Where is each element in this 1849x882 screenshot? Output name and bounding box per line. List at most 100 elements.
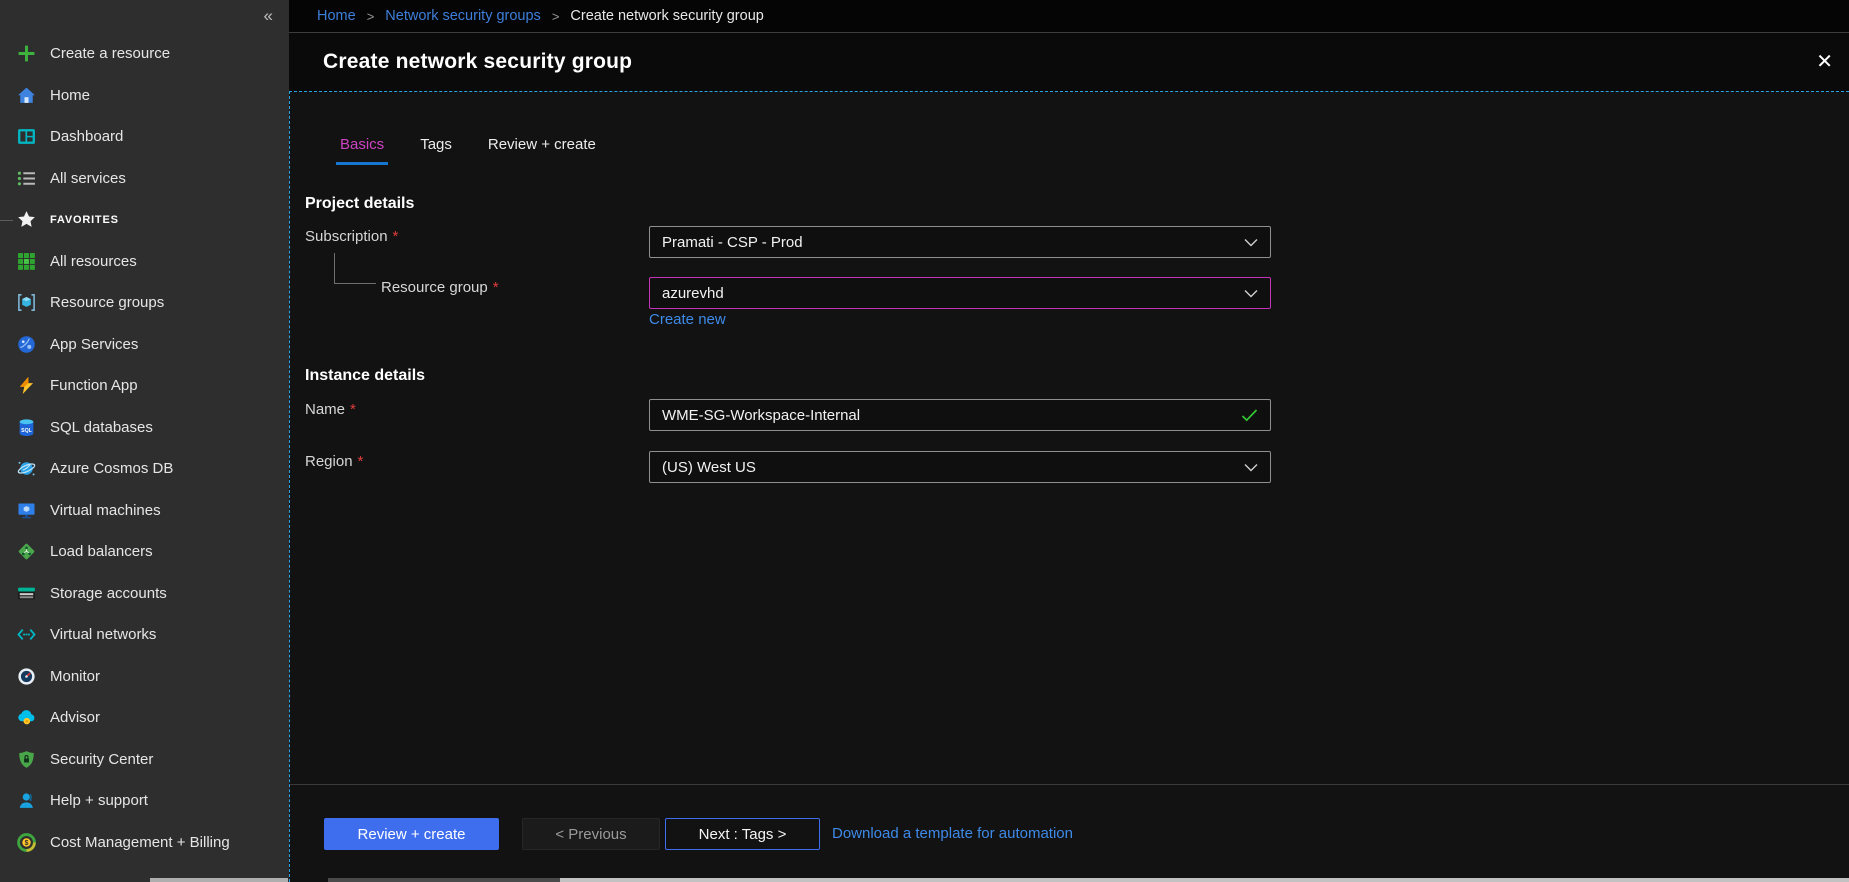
sidebar-nav: Create a resource Home DashboardAll servic… bbox=[0, 33, 289, 863]
sidebar-item-security-center[interactable]: Security Center bbox=[0, 739, 289, 781]
previous-button[interactable]: < Previous bbox=[522, 818, 660, 850]
cost-management-icon: $ bbox=[17, 833, 36, 852]
sidebar-item-app-services[interactable]: App Services bbox=[0, 324, 289, 366]
sidebar-item-label: Monitor bbox=[50, 668, 100, 685]
create-nsg-panel: BasicsTagsReview + create Project detail… bbox=[289, 91, 1849, 882]
breadcrumb: Home > Network security groups > Create … bbox=[289, 0, 1849, 33]
chevron-down-icon bbox=[1244, 289, 1258, 298]
plus-icon bbox=[17, 44, 36, 63]
help-support-icon bbox=[17, 791, 36, 810]
resource-group-dropdown[interactable]: azurevhd bbox=[649, 277, 1271, 309]
sidebar-item-virtual-networks[interactable]: Virtual networks bbox=[0, 614, 289, 656]
breadcrumb-separator-icon: > bbox=[552, 9, 560, 24]
sidebar-item-sql-databases[interactable]: SQL SQL databases bbox=[0, 407, 289, 449]
chevron-down-icon bbox=[1244, 238, 1258, 247]
sidebar-item-home[interactable]: Home bbox=[0, 75, 289, 117]
subscription-label: Subscription* bbox=[305, 228, 398, 245]
sidebar-item-label: SQL databases bbox=[50, 419, 153, 436]
resource-groups-icon bbox=[17, 293, 36, 312]
sidebar-item-resource-groups[interactable]: Resource groups bbox=[0, 282, 289, 324]
storage-accounts-icon bbox=[17, 584, 36, 603]
all-services-icon bbox=[17, 169, 36, 188]
load-balancers-icon bbox=[17, 542, 36, 561]
region-label: Region* bbox=[305, 453, 363, 470]
valid-check-icon bbox=[1241, 409, 1258, 422]
advisor-icon bbox=[17, 708, 36, 727]
sidebar-item-create-a-resource[interactable]: Create a resource bbox=[0, 33, 289, 75]
sidebar-item-storage-accounts[interactable]: Storage accounts bbox=[0, 573, 289, 615]
sidebar-item-all-resources[interactable]: All resources bbox=[0, 241, 289, 283]
download-template-link[interactable]: Download a template for automation bbox=[832, 825, 1073, 842]
main-area: Home > Network security groups > Create … bbox=[289, 0, 1849, 882]
create-new-link[interactable]: Create new bbox=[649, 311, 726, 328]
required-asterisk: * bbox=[393, 228, 399, 245]
sidebar-item-label: Create a resource bbox=[50, 45, 170, 62]
breadcrumb-nsg-link[interactable]: Network security groups bbox=[385, 8, 541, 24]
breadcrumb-current: Create network security group bbox=[570, 8, 763, 24]
sidebar: « Create a resource Home DashboardAll serv… bbox=[0, 0, 289, 882]
sidebar-item-label: FAVORITES bbox=[50, 214, 119, 226]
sidebar-item-advisor[interactable]: Advisor bbox=[0, 697, 289, 739]
instance-details-heading: Instance details bbox=[305, 367, 425, 385]
subscription-dropdown[interactable]: Pramati - CSP - Prod bbox=[649, 226, 1271, 258]
sidebar-item-monitor[interactable]: Monitor bbox=[0, 656, 289, 698]
tab-review-create[interactable]: Review + create bbox=[484, 136, 600, 165]
sidebar-item-virtual-machines[interactable]: Virtual machines bbox=[0, 490, 289, 532]
next-tags-button[interactable]: Next : Tags > bbox=[665, 818, 820, 850]
tab-tags[interactable]: Tags bbox=[416, 136, 456, 165]
sidebar-item-dashboard[interactable]: Dashboard bbox=[0, 116, 289, 158]
sidebar-item-function-app[interactable]: Function App bbox=[0, 365, 289, 407]
function-app-icon bbox=[17, 376, 36, 395]
sidebar-horizontal-scrollbar[interactable] bbox=[150, 878, 288, 882]
sidebar-collapse-chevron-icon[interactable]: « bbox=[264, 7, 273, 24]
sidebar-item-label: Virtual networks bbox=[50, 626, 156, 643]
region-value: (US) West US bbox=[662, 459, 756, 476]
blade-titlebar: Create network security group ✕ bbox=[289, 33, 1849, 90]
cosmos-db-icon bbox=[17, 459, 36, 478]
page-title: Create network security group bbox=[323, 50, 632, 74]
sidebar-item-label: Azure Cosmos DB bbox=[50, 460, 173, 477]
sidebar-item-label: All resources bbox=[50, 253, 137, 270]
sidebar-item-label: App Services bbox=[50, 336, 138, 353]
svg-text:$: $ bbox=[25, 840, 29, 847]
monitor-icon bbox=[17, 667, 36, 686]
name-label: Name* bbox=[305, 401, 356, 418]
required-asterisk: * bbox=[493, 279, 499, 296]
name-input[interactable]: WME-SG-Workspace-Internal bbox=[649, 399, 1271, 431]
sidebar-item-label: Cost Management + Billing bbox=[50, 834, 230, 851]
virtual-machines-icon bbox=[17, 501, 36, 520]
sidebar-item-cost-management-billing[interactable]: $ Cost Management + Billing bbox=[0, 822, 289, 864]
horizontal-scrollbar-track[interactable] bbox=[328, 878, 560, 882]
breadcrumb-home-link[interactable]: Home bbox=[317, 8, 356, 24]
sidebar-item-label: Help + support bbox=[50, 792, 148, 809]
star-icon bbox=[17, 210, 36, 229]
sidebar-item-label: Function App bbox=[50, 377, 138, 394]
subscription-value: Pramati - CSP - Prod bbox=[662, 234, 803, 251]
horizontal-scrollbar-thumb[interactable] bbox=[560, 878, 1849, 882]
sidebar-item-load-balancers[interactable]: Load balancers bbox=[0, 531, 289, 573]
sql-databases-icon: SQL bbox=[17, 418, 36, 437]
sidebar-item-azure-cosmos-db[interactable]: Azure Cosmos DB bbox=[0, 448, 289, 490]
sidebar-item-all-services[interactable]: All services bbox=[0, 158, 289, 200]
review-create-button[interactable]: Review + create bbox=[324, 818, 499, 850]
sidebar-item-label: Advisor bbox=[50, 709, 100, 726]
resource-group-connector-line bbox=[334, 253, 376, 284]
tab-bar: Basics Tags Review + create bbox=[336, 136, 600, 165]
sidebar-item-label: Virtual machines bbox=[50, 502, 161, 519]
region-dropdown[interactable]: (US) West US bbox=[649, 451, 1271, 483]
sidebar-item-label: Resource groups bbox=[50, 294, 164, 311]
sidebar-item-label: Storage accounts bbox=[50, 585, 167, 602]
dashboard-icon bbox=[17, 127, 36, 146]
required-asterisk: * bbox=[350, 401, 356, 418]
security-center-icon bbox=[17, 750, 36, 769]
name-value: WME-SG-Workspace-Internal bbox=[662, 407, 860, 424]
tab-basics[interactable]: Basics bbox=[336, 136, 388, 165]
sidebar-item-label: Load balancers bbox=[50, 543, 153, 560]
sidebar-section-favorites: FAVORITES bbox=[0, 199, 289, 241]
sidebar-item-label: Home bbox=[50, 87, 90, 104]
close-icon[interactable]: ✕ bbox=[1816, 52, 1833, 72]
sidebar-item-help-support[interactable]: Help + support bbox=[0, 780, 289, 822]
breadcrumb-separator-icon: > bbox=[367, 9, 375, 24]
svg-text:SQL: SQL bbox=[21, 428, 33, 434]
virtual-networks-icon bbox=[17, 625, 36, 644]
